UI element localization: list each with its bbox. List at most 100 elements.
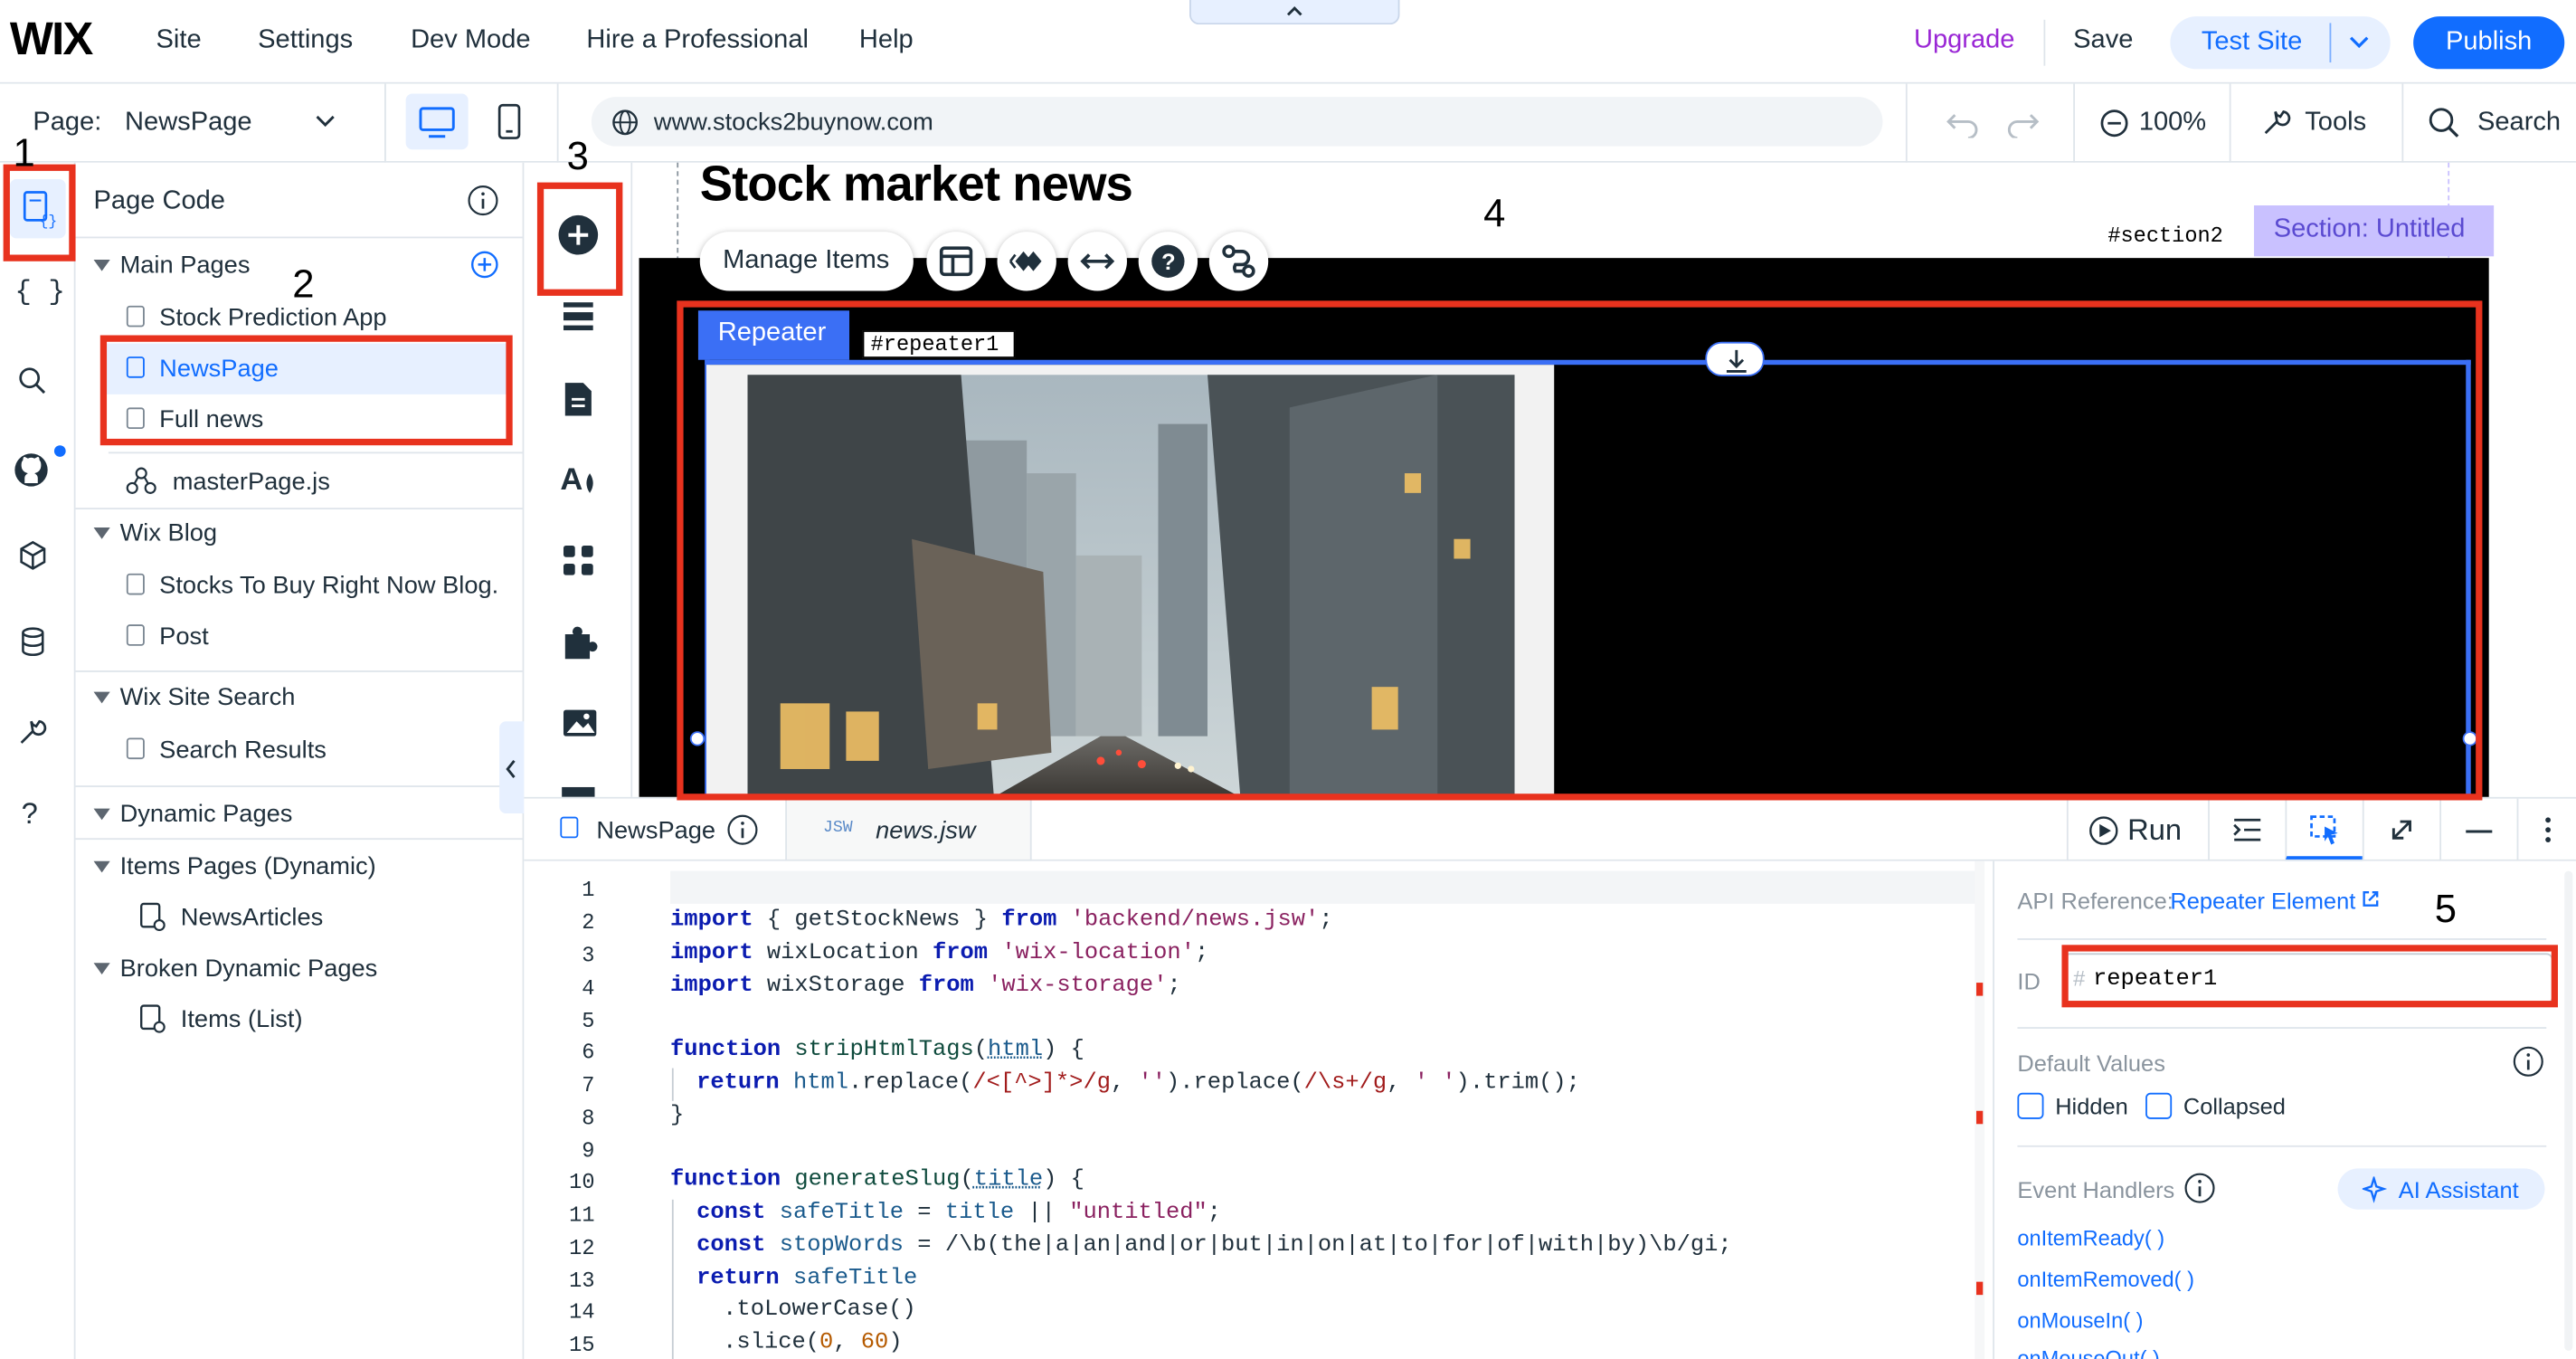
save-button[interactable]: Save: [2073, 26, 2133, 56]
page-label: masterPage.js: [172, 468, 330, 497]
wrench-icon[interactable]: [16, 715, 49, 747]
properties-panel-toggle[interactable]: [2285, 798, 2363, 861]
search-button[interactable]: Search: [2477, 109, 2561, 138]
chevron-down-icon[interactable]: [312, 112, 338, 132]
run-button[interactable]: Run: [2066, 798, 2208, 861]
search-icon[interactable]: [18, 366, 48, 396]
collapsed-checkbox[interactable]: [2145, 1092, 2173, 1119]
code-token: ' ': [1414, 1069, 1456, 1097]
page-item-search-results[interactable]: Search Results: [76, 725, 523, 775]
page-item-blog[interactable]: Stocks To Buy Right Now Blog.: [76, 560, 523, 611]
zoom-out-icon[interactable]: [2099, 109, 2129, 138]
menu-hire-professional[interactable]: Hire a Professional: [586, 26, 809, 56]
code-braces-icon[interactable]: { }: [14, 278, 65, 309]
info-icon[interactable]: [2512, 1045, 2544, 1078]
zoom-level[interactable]: 100%: [2139, 109, 2206, 138]
properties-scrollbar[interactable]: [2564, 870, 2573, 1351]
test-site-button[interactable]: Test Site: [2170, 16, 2391, 70]
media-icon[interactable]: [562, 708, 598, 738]
more-icon[interactable]: [562, 786, 595, 797]
api-reference-link[interactable]: Repeater Element: [2170, 888, 2355, 914]
page-item-post[interactable]: Post: [76, 612, 523, 662]
help-button[interactable]: ?: [1138, 232, 1198, 291]
manage-items-button[interactable]: Manage Items: [699, 232, 914, 291]
tools-button[interactable]: Tools: [2305, 109, 2366, 138]
ai-assistant-button[interactable]: AI Assistant: [2337, 1168, 2545, 1210]
url-bar[interactable]: www.stocks2buynow.com: [591, 97, 1883, 147]
upgrade-link[interactable]: Upgrade: [1914, 26, 2014, 56]
handler-onmouseout[interactable]: onMouseOut( ): [2017, 1345, 2159, 1359]
pages-icon[interactable]: [562, 381, 594, 417]
connect-button[interactable]: [1208, 232, 1269, 291]
design-icon[interactable]: A: [560, 461, 600, 497]
minimize-button[interactable]: [2439, 798, 2516, 861]
github-icon[interactable]: [14, 451, 53, 490]
add-page-icon[interactable]: [469, 250, 499, 280]
external-link-icon[interactable]: [2361, 889, 2381, 909]
group-wix-site-search[interactable]: Wix Site Search: [76, 672, 523, 723]
apps-grid-icon[interactable]: [562, 544, 594, 576]
menu-settings[interactable]: Settings: [258, 26, 353, 56]
handler-onitemremoved[interactable]: onItemRemoved( ): [2017, 1267, 2194, 1291]
wix-logo[interactable]: WIX: [10, 14, 93, 66]
handler-onmousein[interactable]: onMouseIn( ): [2017, 1308, 2143, 1333]
layout-button[interactable]: [926, 232, 986, 291]
code-line: const safeTitle = title || "untitled";: [696, 1200, 1221, 1226]
package-icon[interactable]: [16, 539, 49, 572]
hidden-checkbox[interactable]: [2017, 1092, 2044, 1119]
publish-button[interactable]: Publish: [2413, 16, 2565, 70]
page-item-news-articles[interactable]: NewsArticles: [76, 892, 523, 943]
mobile-view-button[interactable]: [481, 94, 537, 150]
group-wix-blog[interactable]: Wix Blog: [76, 508, 523, 558]
code-token: ;: [1167, 973, 1181, 1000]
layout-icon: [939, 246, 973, 277]
line-number: 14: [569, 1299, 595, 1325]
tab-news-jsw[interactable]: JSW news.jsw: [787, 798, 1032, 861]
line-number: 9: [582, 1138, 595, 1164]
code-token: return: [696, 1265, 780, 1292]
desktop-view-button[interactable]: [405, 93, 469, 150]
page-item-items-list[interactable]: Items (List): [76, 994, 523, 1045]
code-token: stopWords: [779, 1232, 904, 1259]
undo-icon[interactable]: [1945, 105, 1981, 138]
tab-newspage[interactable]: NewsPage: [524, 798, 788, 861]
handler-onitemready[interactable]: onItemReady( ): [2017, 1226, 2164, 1250]
info-icon[interactable]: [726, 813, 759, 846]
collapse-panel-button[interactable]: [499, 721, 525, 814]
annotation-number-2: 2: [292, 262, 315, 308]
info-icon[interactable]: [467, 184, 499, 216]
section-label-tag[interactable]: Section: Untitled: [2253, 205, 2495, 257]
sections-icon[interactable]: [562, 300, 594, 333]
page-item-masterpage[interactable]: masterPage.js: [76, 457, 523, 508]
more-options-button[interactable]: [2516, 798, 2576, 861]
animation-button[interactable]: [997, 232, 1056, 291]
code-token: /\b(the|a|an|and|or|but|in|on|at|to|for|…: [944, 1232, 1719, 1259]
info-icon[interactable]: [2183, 1172, 2216, 1204]
menu-dev-mode[interactable]: Dev Mode: [411, 26, 530, 56]
page-heading[interactable]: Stock market news: [700, 157, 1133, 214]
format-code-button[interactable]: [2208, 798, 2285, 861]
page-selector-value[interactable]: NewsPage: [125, 109, 252, 138]
redo-icon[interactable]: [2004, 105, 2041, 138]
database-icon[interactable]: [16, 626, 49, 659]
menu-help[interactable]: Help: [859, 26, 914, 56]
expand-icon: [2391, 820, 2411, 840]
group-broken-dynamic-pages[interactable]: Broken Dynamic Pages: [76, 943, 523, 993]
chevron-left-icon: [506, 759, 516, 778]
help-icon[interactable]: ?: [22, 797, 38, 832]
code-token: import: [670, 973, 753, 1000]
collapse-toolbar-handle[interactable]: [1189, 0, 1400, 25]
puzzle-icon[interactable]: [562, 624, 598, 660]
caret-down-icon: [93, 808, 110, 821]
menu-site[interactable]: Site: [156, 26, 202, 56]
expand-button[interactable]: [2362, 798, 2439, 861]
group-dynamic-pages[interactable]: Dynamic Pages: [76, 789, 523, 840]
group-items-pages-dynamic[interactable]: Items Pages (Dynamic): [76, 841, 523, 892]
api-reference-label: API Reference:: [2017, 887, 2174, 914]
chevron-down-icon[interactable]: [2347, 33, 2370, 52]
stretch-button[interactable]: [1067, 232, 1127, 291]
code-token: /<[^>]*>/g: [972, 1069, 1111, 1097]
